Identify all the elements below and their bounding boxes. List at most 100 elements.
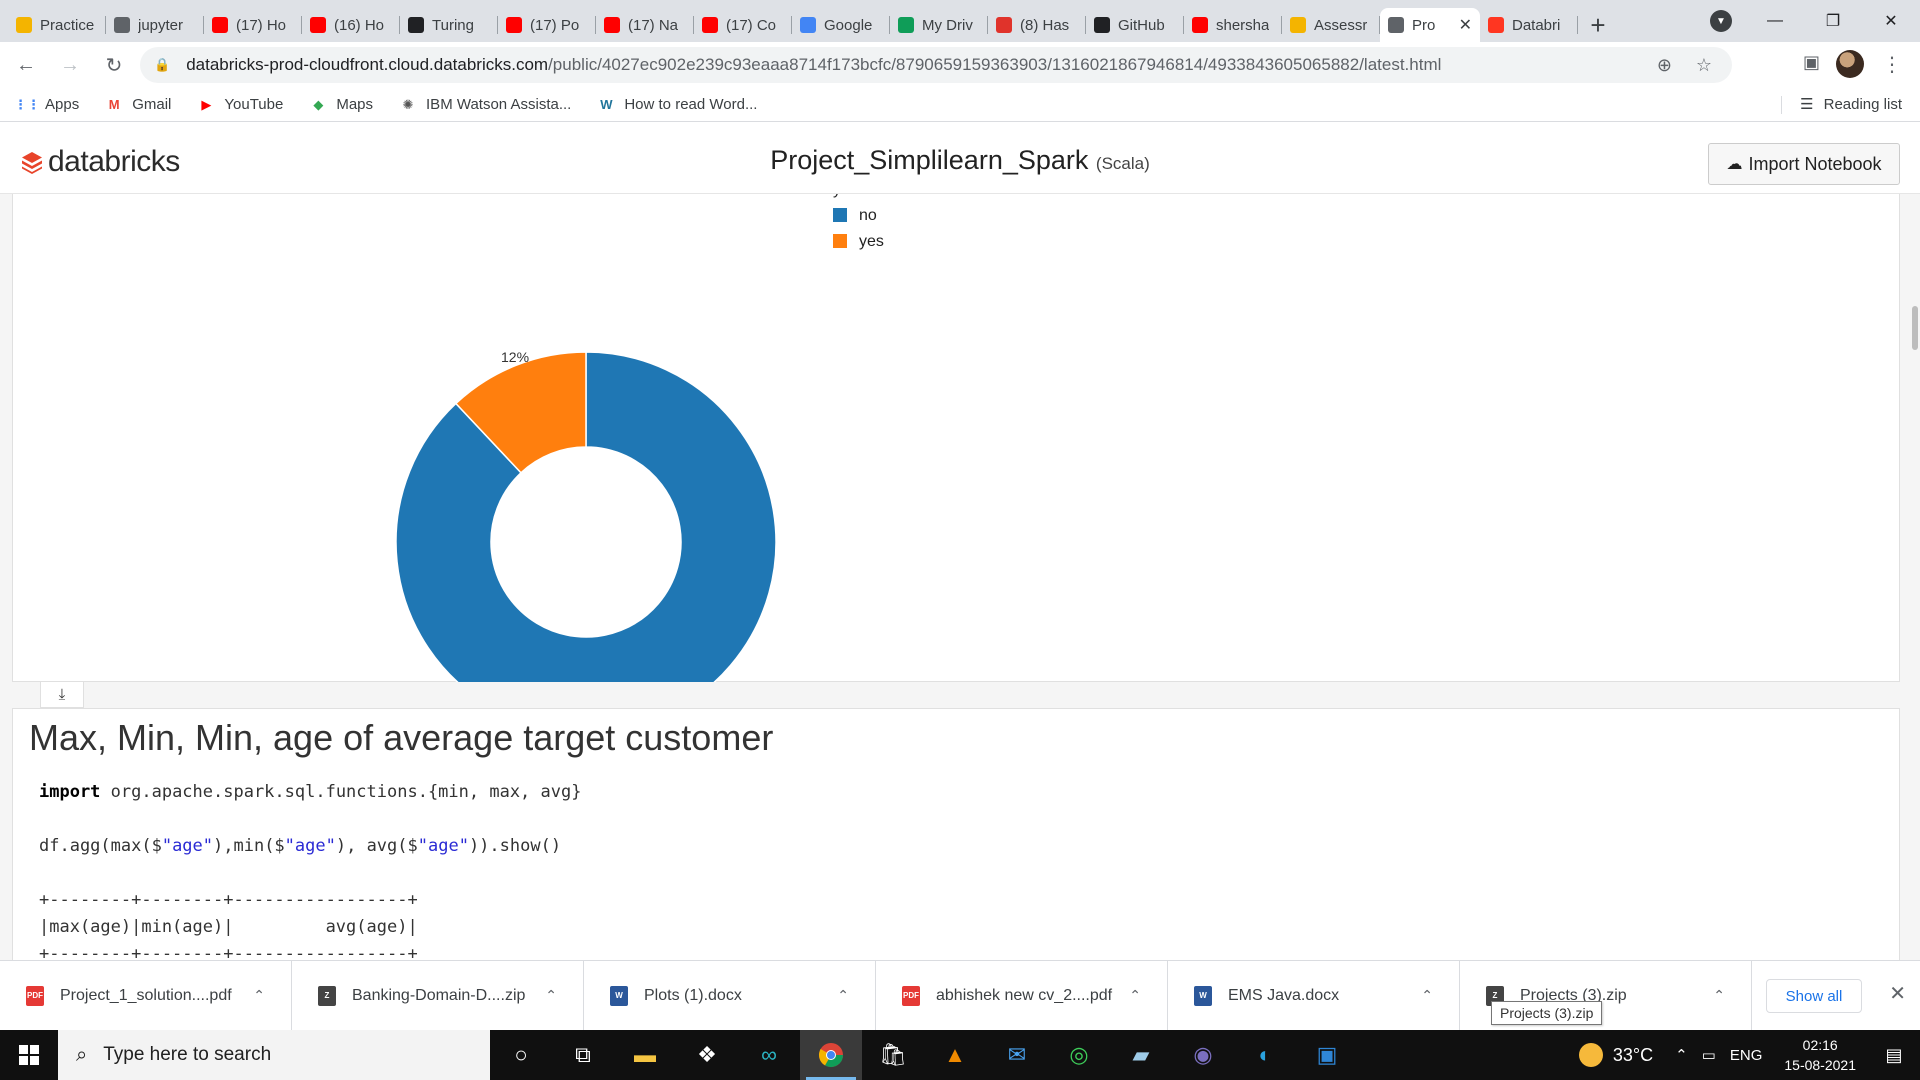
drive-icon — [898, 17, 914, 33]
reload-icon[interactable]: ↻ — [96, 47, 132, 83]
bookmark-item[interactable]: M Gmail — [105, 96, 172, 113]
tab-search-icon[interactable]: ▼ — [1710, 10, 1732, 32]
extension-icon[interactable]: ▣ — [1803, 52, 1820, 73]
bookmark-item[interactable]: ▶ YouTube — [197, 96, 283, 113]
zip-icon: Z — [318, 985, 336, 1006]
download-options-chevron-icon[interactable]: ⌃ — [1713, 987, 1725, 1004]
circle-app-icon[interactable]: ◎ — [1048, 1030, 1110, 1080]
close-window-icon[interactable]: ✕ — [1862, 0, 1920, 42]
vlc-icon[interactable]: ▲ — [924, 1030, 986, 1080]
minimize-icon[interactable]: — — [1746, 0, 1804, 42]
browser-tab[interactable]: Assessr — [1282, 8, 1380, 42]
download-item[interactable]: Z Banking-Domain-D....zip ⌃ — [292, 960, 584, 1031]
mail-icon[interactable]: ✉ — [986, 1030, 1048, 1080]
forward-arrow-icon[interactable]: → — [52, 47, 88, 83]
back-arrow-icon[interactable]: ← — [8, 47, 44, 83]
download-item[interactable]: PDF Project_1_solution....pdf ⌃ — [0, 960, 292, 1031]
reading-list-icon: ☰ — [1800, 96, 1814, 113]
address-bar[interactable]: 🔒 databricks-prod-cloudfront.cloud.datab… — [140, 47, 1732, 83]
browser-tab[interactable]: jupyter — [106, 8, 204, 42]
browser-tab[interactable]: (17) Co — [694, 8, 792, 42]
tab-title: (17) Co — [726, 16, 777, 34]
browser-tab[interactable]: Practice — [8, 8, 106, 42]
browser-tab[interactable]: (17) Na — [596, 8, 694, 42]
download-item[interactable]: PDF abhishek new cv_2....pdf ⌃ — [876, 960, 1168, 1031]
browser-tab[interactable]: (16) Ho — [302, 8, 400, 42]
browser-tab[interactable]: My Driv — [890, 8, 988, 42]
taskbar-search-placeholder: Type here to search — [103, 1044, 272, 1065]
tab-title: (17) Ho — [236, 16, 287, 34]
download-options-chevron-icon[interactable]: ⌃ — [1129, 987, 1141, 1004]
task-view-icon[interactable]: ⧉ — [552, 1030, 614, 1080]
show-all-downloads-button[interactable]: Show all — [1766, 979, 1862, 1013]
donut-chart: 88%12%ynoyes — [395, 194, 884, 682]
notification-center-icon[interactable]: ▤ — [1874, 1045, 1914, 1066]
tab-title: Assessr — [1314, 16, 1368, 34]
browser-tab[interactable]: Google — [792, 8, 890, 42]
taskbar-clock[interactable]: 02:16 15-08-2021 — [1784, 1035, 1856, 1075]
bookmark-item[interactable]: W How to read Word... — [597, 96, 757, 113]
windows-start-icon[interactable] — [0, 1030, 58, 1080]
profile-avatar[interactable] — [1836, 50, 1864, 78]
download-options-chevron-icon[interactable]: ⌃ — [1421, 987, 1433, 1004]
cortana-icon[interactable]: ○ — [490, 1030, 552, 1080]
code-string-3: "age" — [417, 836, 469, 856]
bookmark-star-icon[interactable]: ☆ — [1696, 55, 1712, 76]
legend-swatch-no[interactable] — [833, 208, 847, 222]
bookmark-item[interactable]: ⋮⋮ Apps — [14, 96, 79, 113]
download-icon: ⤓ — [58, 686, 66, 703]
download-item[interactable]: W EMS Java.docx ⌃ — [1168, 960, 1460, 1031]
legend-label-yes[interactable]: yes — [859, 233, 884, 250]
zoom-icon[interactable]: ⊕ — [1657, 55, 1672, 76]
dropbox-icon[interactable]: ❖ — [676, 1030, 738, 1080]
close-download-shelf-icon[interactable]: ✕ — [1889, 981, 1906, 1006]
photos-icon[interactable]: ▣ — [1296, 1030, 1358, 1080]
download-item[interactable]: W Plots (1).docx ⌃ — [584, 960, 876, 1031]
chrome-taskbar-icon[interactable] — [800, 1030, 862, 1080]
browser-tab[interactable]: Turing — [400, 8, 498, 42]
tray-chevron-icon[interactable]: ⌃ — [1675, 1046, 1688, 1064]
bookmark-label: IBM Watson Assista... — [426, 96, 572, 113]
lock-icon[interactable]: 🔒 — [154, 57, 170, 73]
notebook-title: Project_Simplilearn_Spark (Scala) — [0, 145, 1920, 176]
browser-tab[interactable]: (17) Ho — [204, 8, 302, 42]
code-import-rest: org.apache.spark.sql.functions.{min, max… — [100, 782, 582, 802]
input-language[interactable]: ENG — [1730, 1047, 1763, 1064]
battery-icon[interactable]: ▭ — [1702, 1046, 1716, 1064]
legend-label-no[interactable]: no — [859, 207, 877, 224]
browser-tab[interactable]: (17) Po — [498, 8, 596, 42]
page-scrollbar-thumb[interactable] — [1912, 306, 1918, 350]
download-options-chevron-icon[interactable]: ⌃ — [253, 987, 265, 1004]
slice-percent-label: 12% — [501, 349, 529, 365]
close-tab-icon[interactable]: ✕ — [1459, 15, 1472, 35]
store-icon[interactable]: 🛍 — [862, 1030, 924, 1080]
download-chart-button[interactable]: ⤓ — [40, 682, 84, 708]
restore-icon[interactable]: ❐ — [1804, 0, 1862, 42]
bookmark-item[interactable]: ◆ Maps — [309, 96, 373, 113]
browser-tab[interactable]: Pro ✕ — [1380, 8, 1480, 42]
eclipse-icon[interactable]: ◉ — [1172, 1030, 1234, 1080]
download-options-chevron-icon[interactable]: ⌃ — [837, 987, 849, 1004]
browser-tab[interactable]: (8) Has — [988, 8, 1086, 42]
notebook-content[interactable]: 88%12%ynoyes ⤓ Max, Min, Min, age of ave… — [0, 194, 1920, 960]
maps-icon: ◆ — [313, 96, 324, 112]
bookmark-item[interactable]: ✺ IBM Watson Assista... — [399, 96, 572, 113]
tab-title: Google — [824, 16, 873, 34]
reading-list-label: Reading list — [1823, 95, 1902, 113]
infinity-app-icon[interactable]: ∞ — [738, 1030, 800, 1080]
browser-tab[interactable]: Databri — [1480, 8, 1578, 42]
notepad-icon[interactable]: ▰ — [1110, 1030, 1172, 1080]
new-tab-button[interactable]: + — [1578, 8, 1618, 42]
import-notebook-button[interactable]: ☁ Import Notebook — [1708, 143, 1900, 185]
download-options-chevron-icon[interactable]: ⌃ — [545, 987, 557, 1004]
browser-tab[interactable]: shersha — [1184, 8, 1282, 42]
browser-tab[interactable]: GitHub — [1086, 8, 1184, 42]
file-explorer-icon[interactable]: ▬ — [614, 1030, 676, 1080]
turing-icon — [408, 17, 424, 33]
edge-icon[interactable]: ◐ — [1234, 1030, 1296, 1080]
taskbar-search-box[interactable]: ⌕ Type here to search — [58, 1030, 490, 1080]
reading-list-button[interactable]: ☰ Reading list — [1800, 95, 1902, 114]
legend-swatch-yes[interactable] — [833, 234, 847, 248]
chrome-menu-icon[interactable]: ⋮ — [1882, 52, 1902, 77]
weather-widget[interactable]: 33°C — [1578, 1043, 1653, 1067]
